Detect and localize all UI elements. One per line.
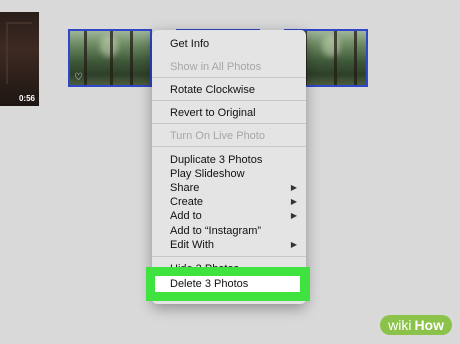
menu-item-label: Add to xyxy=(170,210,202,222)
menu-item-get-info[interactable]: Get Info xyxy=(152,37,306,51)
menu-separator xyxy=(152,100,306,101)
menu-item-delete-photos[interactable]: Delete 3 Photos xyxy=(155,276,300,292)
video-duration: 0:56 xyxy=(18,94,35,103)
video-thumbnail[interactable]: 0:56 xyxy=(0,12,39,106)
watermark-wiki: wiki xyxy=(380,315,415,335)
photo-light xyxy=(322,35,340,57)
menu-separator xyxy=(152,77,306,78)
menu-item-add-to-instagram[interactable]: Add to “Instagram” xyxy=(152,224,306,238)
menu-separator xyxy=(152,146,306,147)
menu-item-create[interactable]: Create ▶ xyxy=(152,195,306,209)
photo-tree xyxy=(110,31,113,85)
chevron-right-icon: ▶ xyxy=(290,183,297,192)
photo-tree xyxy=(130,31,133,85)
heart-outline-icon[interactable]: ♡ xyxy=(74,73,83,83)
menu-separator xyxy=(152,256,306,257)
context-menu: Get Info Show in All Photos Rotate Clock… xyxy=(152,30,306,304)
chevron-right-icon: ▶ xyxy=(290,240,297,249)
menu-item-label: Edit With xyxy=(170,239,215,251)
menu-item-revert-to-original[interactable]: Revert to Original xyxy=(152,106,306,120)
video-scene xyxy=(6,22,32,84)
menu-item-share[interactable]: Share ▶ xyxy=(152,181,306,195)
menu-item-show-in-all-photos: Show in All Photos xyxy=(170,61,262,73)
photo-thumbnail-1[interactable]: ♡ xyxy=(68,29,152,87)
menu-item-label: Share xyxy=(170,182,200,194)
menu-item-duplicate[interactable]: Duplicate 3 Photos xyxy=(152,153,306,167)
menu-item-play-slideshow[interactable]: Play Slideshow xyxy=(152,167,306,181)
menu-item-edit-with[interactable]: Edit With ▶ xyxy=(152,238,306,252)
photo-tree xyxy=(334,31,337,85)
chevron-right-icon: ▶ xyxy=(290,211,297,220)
menu-item-rotate-clockwise[interactable]: Rotate Clockwise xyxy=(152,83,306,97)
menu-item-add-to[interactable]: Add to ▶ xyxy=(152,209,306,223)
menu-separator xyxy=(152,123,306,124)
wikihow-watermark: wiki How xyxy=(380,314,452,336)
menu-item-label: Create xyxy=(170,196,204,208)
photo-tree xyxy=(84,31,87,85)
photo-tree xyxy=(354,31,357,85)
chevron-right-icon: ▶ xyxy=(290,197,297,206)
menu-item-turn-on-live-photo: Turn On Live Photo xyxy=(170,130,265,142)
watermark-how: How xyxy=(414,315,452,335)
photo-light xyxy=(100,35,118,57)
